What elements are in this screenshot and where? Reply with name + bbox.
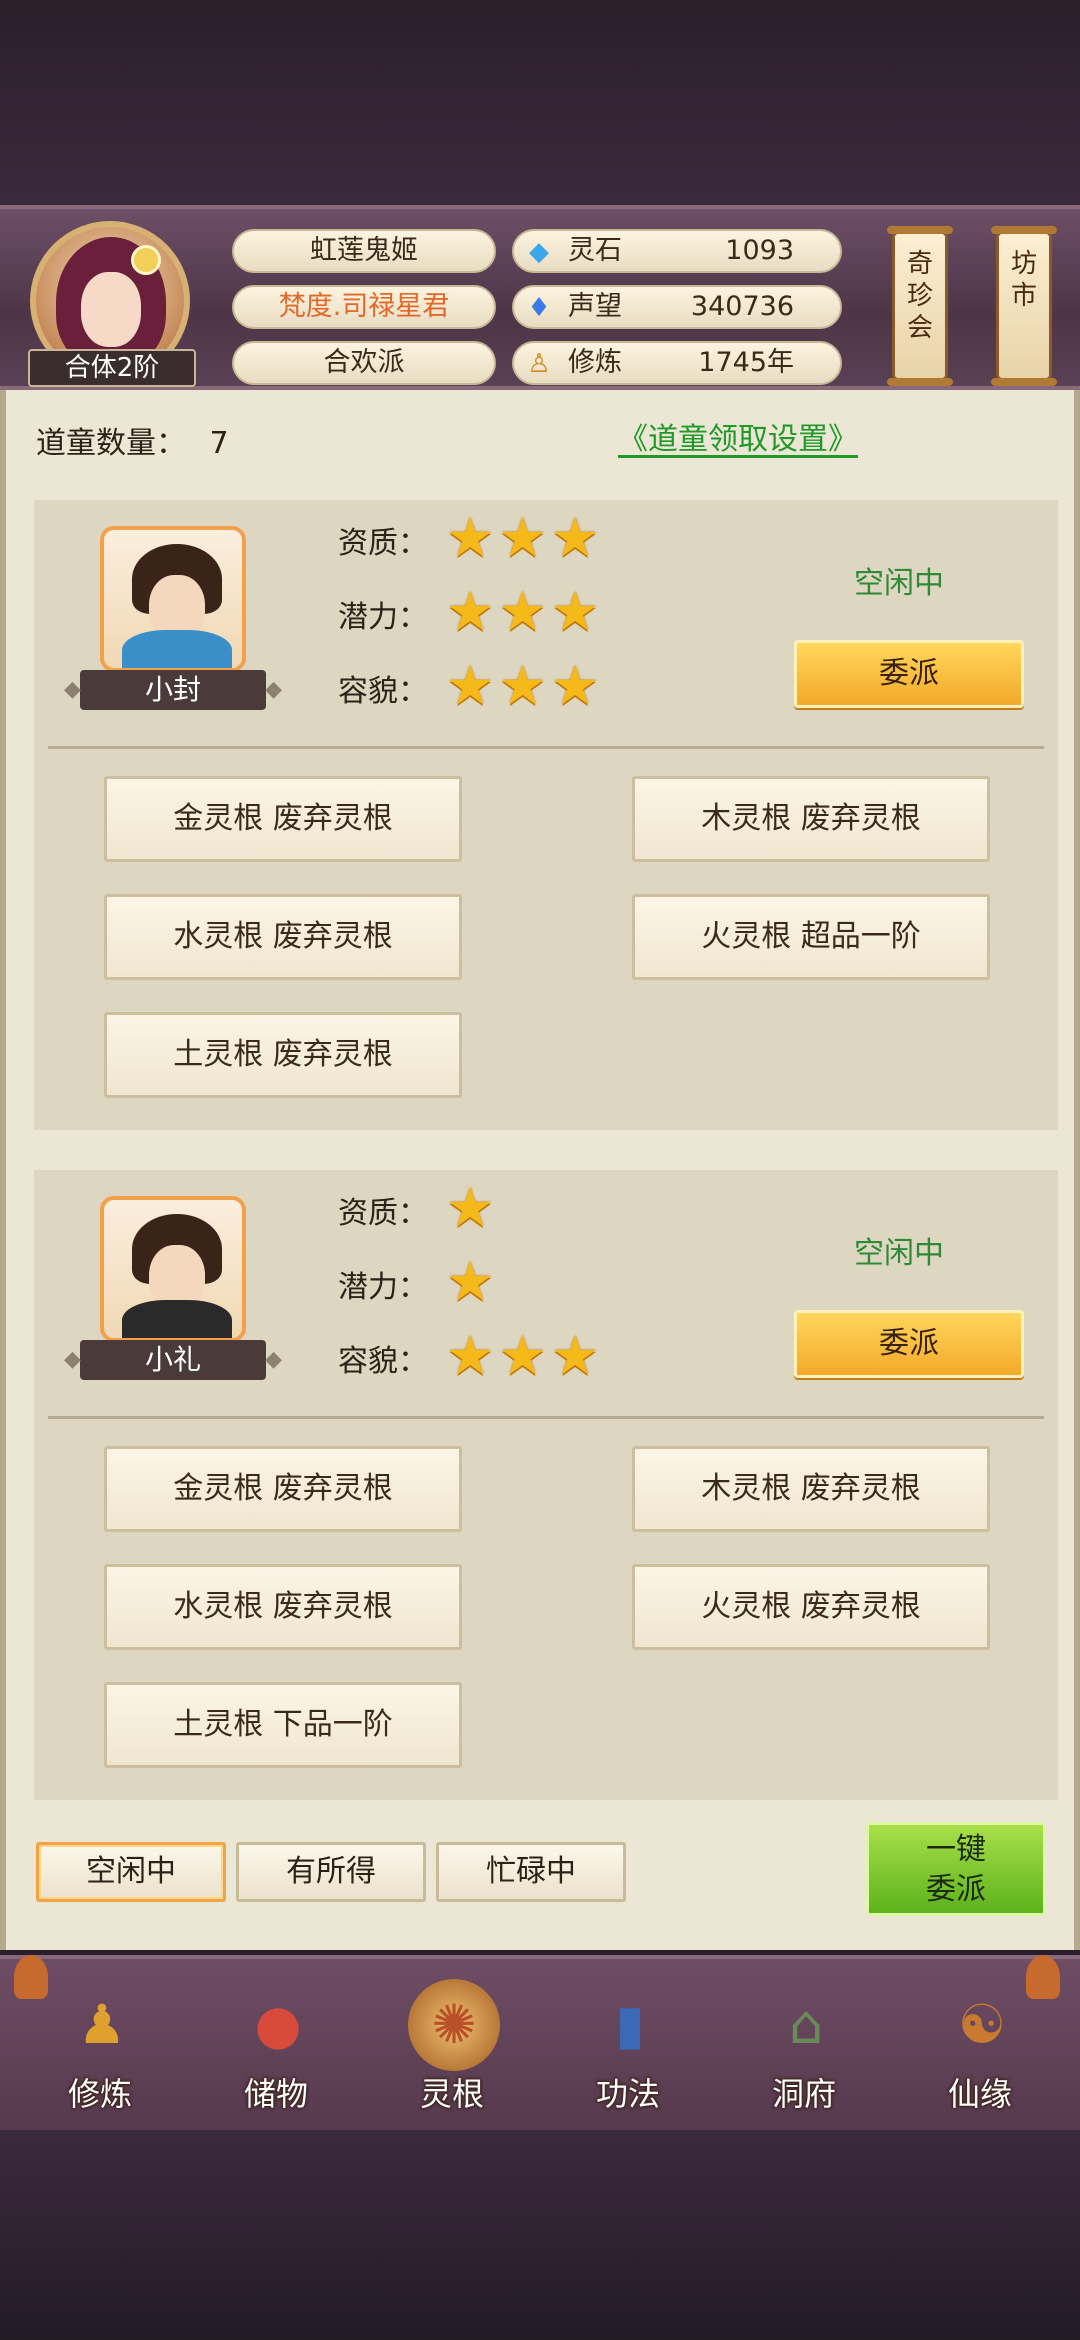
claim-settings-link[interactable]: 《道童领取设置》 bbox=[618, 414, 858, 458]
resource-cultivation: ♙ 修炼 1745年 bbox=[512, 341, 842, 385]
root-wood[interactable]: 木灵根 废弃灵根 bbox=[632, 1446, 990, 1532]
star-icon: ★ bbox=[446, 1250, 495, 1313]
star-rating: ★★★ bbox=[446, 508, 603, 568]
root-fire[interactable]: 火灵根 超品一阶 bbox=[632, 894, 990, 980]
nav-cultivate[interactable]: ♟ 修炼 bbox=[30, 1979, 170, 2129]
top-background bbox=[0, 0, 1080, 210]
player-name: 虹莲鬼姬 bbox=[232, 229, 496, 273]
disciple-portrait[interactable] bbox=[100, 526, 246, 672]
disciple-name: 小礼 bbox=[64, 1340, 282, 1380]
star-rating: ★★★ bbox=[446, 582, 603, 642]
root-water[interactable]: 水灵根 废弃灵根 bbox=[104, 1564, 462, 1650]
disciple-card: 小礼 资质： ★ 潜力： ★ 容貌： ★★★ 空闲中 委派 金灵根 废弃灵根 木… bbox=[34, 1170, 1058, 1800]
root-metal[interactable]: 金灵根 废弃灵根 bbox=[104, 1446, 462, 1532]
nav-cave[interactable]: ⌂ 洞府 bbox=[734, 1979, 874, 2129]
player-header: 合体2阶 虹莲鬼姬 梵度.司禄星君 合欢派 ◆ 灵石 1093 ♦ 声望 340… bbox=[0, 205, 1080, 390]
rank-badge: 合体2阶 bbox=[28, 349, 196, 387]
treasure-pavilion-button[interactable]: 奇珍会 bbox=[887, 226, 953, 386]
divider bbox=[48, 1416, 1044, 1419]
star-rating: ★ bbox=[446, 1252, 498, 1312]
resource-reputation: ♦ 声望 340736 bbox=[512, 285, 842, 329]
nav-immortal-fate[interactable]: ☯ 仙缘 bbox=[910, 1979, 1050, 2129]
cave-residence-icon: ⌂ bbox=[788, 1993, 824, 2056]
filter-gained[interactable]: 有所得 bbox=[236, 1842, 426, 1902]
root-earth[interactable]: 土灵根 下品一阶 bbox=[104, 1682, 462, 1768]
meditation-icon: ♙ bbox=[527, 349, 551, 379]
star-icon: ★ bbox=[498, 1324, 547, 1387]
storage-bag-icon: ● bbox=[254, 1993, 302, 2056]
nav-storage[interactable]: ● 储物 bbox=[206, 1979, 346, 2129]
star-icon: ★ bbox=[446, 580, 495, 643]
assign-button[interactable]: 委派 bbox=[794, 640, 1024, 708]
lantern-ornament-icon bbox=[1026, 1955, 1060, 1999]
star-icon: ★ bbox=[498, 580, 547, 643]
one-key-assign-button[interactable]: 一键 委派 bbox=[866, 1822, 1046, 1916]
filter-idle[interactable]: 空闲中 bbox=[36, 1842, 226, 1902]
nav-technique[interactable]: ▮ 功法 bbox=[558, 1979, 698, 2129]
root-fire[interactable]: 火灵根 废弃灵根 bbox=[632, 1564, 990, 1650]
player-title: 梵度.司禄星君 bbox=[232, 285, 496, 329]
star-icon: ★ bbox=[498, 506, 547, 569]
disciple-status: 空闲中 bbox=[854, 566, 944, 601]
star-icon: ★ bbox=[498, 654, 547, 717]
star-rating: ★ bbox=[446, 1178, 498, 1238]
disciple-panel: 道童数量： 7 《道童领取设置》 小封 资质： ★★★ 潜力： ★★★ 容貌： … bbox=[0, 390, 1080, 1950]
assign-button[interactable]: 委派 bbox=[794, 1310, 1024, 1378]
root-metal[interactable]: 金灵根 废弃灵根 bbox=[104, 776, 462, 862]
root-earth[interactable]: 土灵根 废弃灵根 bbox=[104, 1012, 462, 1098]
cultivate-icon: ♟ bbox=[77, 1993, 127, 2056]
reputation-flame-icon: ♦ bbox=[527, 293, 551, 323]
root-wood[interactable]: 木灵根 废弃灵根 bbox=[632, 776, 990, 862]
disciple-portrait[interactable] bbox=[100, 1196, 246, 1342]
star-icon: ★ bbox=[550, 506, 600, 569]
lantern-ornament-icon bbox=[14, 1955, 48, 1999]
star-icon: ★ bbox=[446, 506, 495, 569]
disciple-status: 空闲中 bbox=[854, 1236, 944, 1271]
bottom-background bbox=[0, 2130, 1080, 2340]
spirit-root-icon: ✺ bbox=[408, 1979, 500, 2071]
disciple-count: 道童数量： 7 bbox=[36, 426, 229, 461]
filter-busy[interactable]: 忙碌中 bbox=[436, 1842, 626, 1902]
star-icon: ★ bbox=[550, 580, 600, 643]
technique-book-icon: ▮ bbox=[615, 1993, 645, 2056]
star-icon: ★ bbox=[550, 1324, 600, 1387]
disciple-card: 小封 资质： ★★★ 潜力： ★★★ 容貌： ★★★ 空闲中 委派 金灵根 废弃… bbox=[34, 500, 1058, 1130]
player-sect: 合欢派 bbox=[232, 341, 496, 385]
star-icon: ★ bbox=[446, 654, 495, 717]
market-button[interactable]: 坊市 bbox=[991, 226, 1057, 386]
star-rating: ★★★ bbox=[446, 656, 603, 716]
immortal-fate-icon: ☯ bbox=[957, 1993, 1007, 2056]
resource-spirit-stone: ◆ 灵石 1093 bbox=[512, 229, 842, 273]
spirit-stone-icon: ◆ bbox=[529, 237, 549, 267]
flower-ornament-icon bbox=[131, 245, 161, 275]
star-icon: ★ bbox=[550, 654, 600, 717]
star-icon: ★ bbox=[446, 1324, 495, 1387]
bottom-nav: ♟ 修炼 ● 储物 ✺ 灵根 ▮ 功法 ⌂ 洞府 ☯ 仙缘 bbox=[0, 1955, 1080, 2133]
divider bbox=[48, 746, 1044, 749]
star-rating: ★★★ bbox=[446, 1326, 603, 1386]
nav-spirit-root[interactable]: ✺ 灵根 bbox=[382, 1979, 522, 2129]
star-icon: ★ bbox=[446, 1176, 495, 1239]
root-water[interactable]: 水灵根 废弃灵根 bbox=[104, 894, 462, 980]
disciple-name: 小封 bbox=[64, 670, 282, 710]
